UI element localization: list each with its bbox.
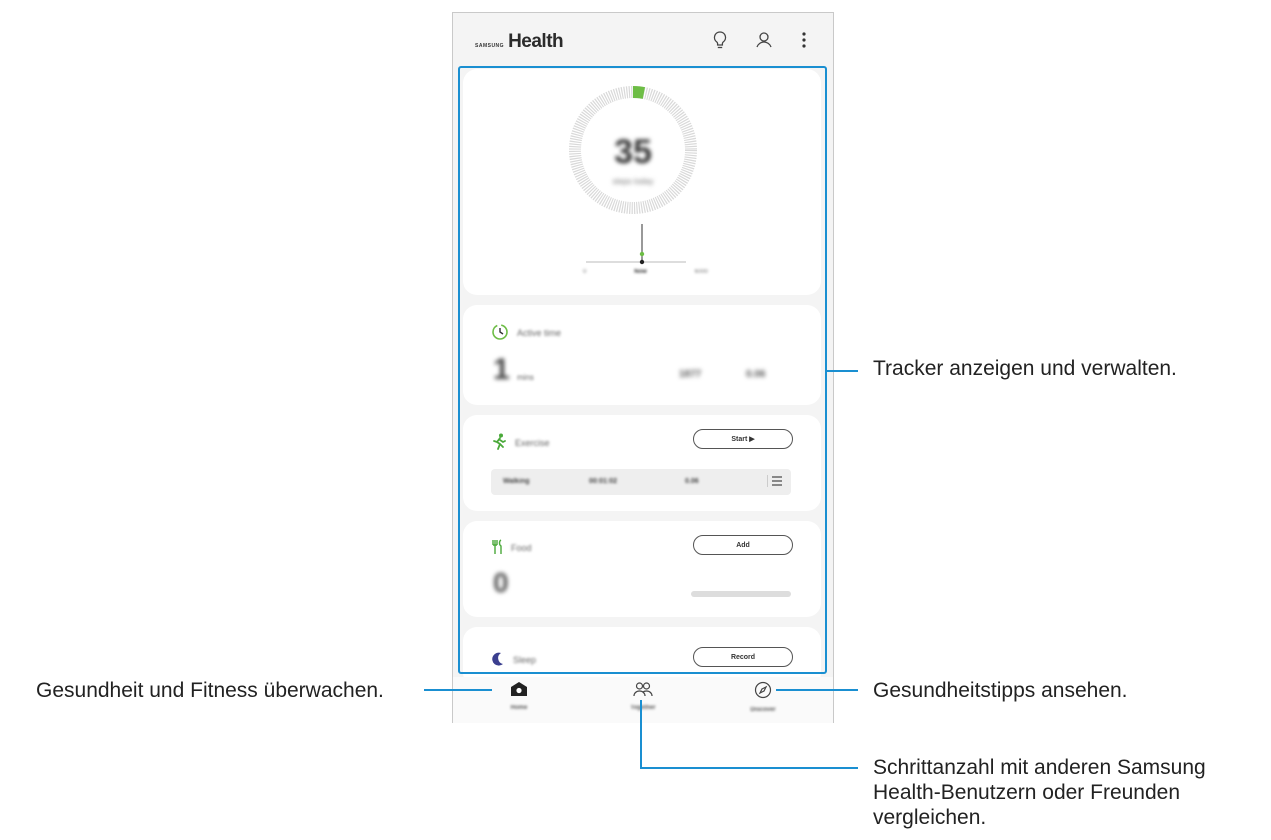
app-bar: SAMSUNG Health [453, 13, 833, 67]
together-callout-hline [640, 767, 858, 769]
timeline-start: 0 [583, 269, 587, 275]
active-time-unit: mins [517, 373, 534, 382]
app-logo: SAMSUNG Health [475, 31, 564, 53]
exercise-header: Exercise [491, 433, 550, 453]
discover-callout-line [776, 689, 858, 691]
active-time-value: 1 [493, 353, 510, 386]
exercise-label: Exercise [515, 438, 550, 448]
food-card[interactable]: Food Add 0 [463, 521, 821, 617]
steps-card[interactable]: 35 steps today 0 Now 6000 [463, 69, 821, 295]
food-header: Food [491, 539, 532, 557]
exercise-distance: 0.06 [685, 478, 699, 485]
food-label: Food [511, 543, 532, 553]
tracker-callout: Tracker anzeigen und verwalten. [873, 357, 1177, 380]
food-progress-bar [691, 591, 791, 597]
nav-discover[interactable]: Discover [723, 681, 803, 713]
home-callout-line [424, 689, 492, 691]
steps-count: 35 [614, 133, 652, 171]
nav-discover-label: Discover [750, 707, 776, 713]
exercise-type: Walking [503, 478, 530, 485]
person-icon[interactable] [753, 29, 775, 51]
compass-icon [754, 681, 772, 703]
brand-samsung: SAMSUNG [475, 43, 505, 49]
exercise-recent-row[interactable]: Walking 00:01:02 0.06 [491, 469, 791, 495]
active-time-card[interactable]: Active time 1 mins 1877 0.06 [463, 305, 821, 405]
start-exercise-button[interactable]: Start ▶ [693, 429, 793, 449]
lightbulb-icon[interactable] [709, 29, 731, 51]
active-time-stat-b: 0.06 [746, 369, 766, 380]
together-callout-line2: Health-Benutzern oder Freunden [873, 781, 1181, 804]
steps-timeline [586, 224, 686, 274]
home-icon [510, 682, 528, 701]
together-callout-line3: vergleichen. [873, 806, 987, 829]
list-icon[interactable] [766, 474, 783, 490]
phone-screen: SAMSUNG Health 35 steps today 0 Now 6000… [452, 12, 834, 723]
moon-icon [491, 651, 505, 669]
sleep-card[interactable]: Sleep Record [463, 627, 821, 679]
exercise-duration: 00:01:02 [589, 478, 618, 485]
fork-knife-icon [491, 539, 503, 557]
food-value: 0 [493, 567, 509, 598]
exercise-card[interactable]: Exercise Start ▶ Walking 00:01:02 0.06 [463, 415, 821, 511]
add-food-button[interactable]: Add [693, 535, 793, 555]
discover-callout: Gesundheitstipps ansehen. [873, 679, 1128, 702]
more-options-icon[interactable] [793, 29, 815, 51]
active-time-icon [491, 323, 509, 343]
active-time-stat-a: 1877 [679, 369, 702, 380]
steps-ring: 35 steps today [568, 85, 698, 215]
nav-home-label: Home [510, 705, 528, 711]
together-callout-vline [640, 700, 642, 768]
steps-caption: steps today [612, 177, 654, 186]
timeline-labels: 0 Now 6000 [583, 269, 708, 275]
tracker-list[interactable]: 35 steps today 0 Now 6000 Active time 1 … [463, 69, 823, 679]
together-callout-line1: Schrittanzahl mit anderen Samsung [873, 756, 1206, 779]
sleep-header: Sleep [491, 651, 536, 669]
nav-together-label: Together [630, 705, 656, 711]
tracker-callout-line [827, 370, 858, 372]
record-sleep-button[interactable]: Record [693, 647, 793, 667]
together-callout: Schrittanzahl mit anderen Samsung Health… [873, 755, 1206, 830]
running-icon [491, 433, 507, 453]
timeline-end: 6000 [694, 269, 708, 275]
timeline-now: Now [634, 269, 647, 275]
nav-together[interactable]: Together [603, 681, 683, 711]
nav-home[interactable]: Home [479, 681, 559, 711]
sleep-label: Sleep [513, 655, 537, 665]
active-time-label: Active time [517, 328, 562, 338]
people-icon [633, 682, 653, 701]
bottom-navigation: Home Together Discover [453, 677, 833, 723]
home-callout: Gesundheit und Fitness überwachen. [36, 679, 384, 702]
brand-health: Health [508, 31, 564, 52]
active-time-header: Active time [491, 323, 561, 343]
